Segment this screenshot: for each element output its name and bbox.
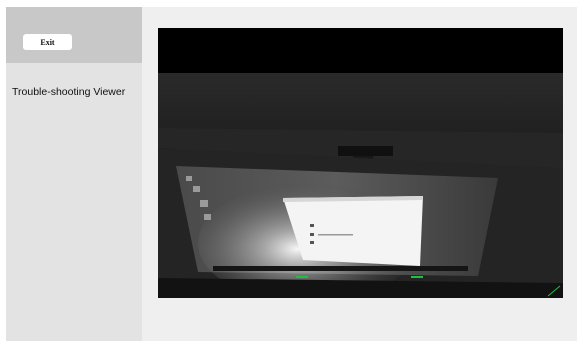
projector: [338, 146, 393, 156]
main-panel: [142, 7, 577, 341]
viewer-title: Trouble-shooting Viewer: [12, 86, 126, 98]
exit-button[interactable]: Exit: [23, 34, 72, 50]
camera-image: [158, 28, 563, 298]
projected-window: [283, 196, 423, 266]
sidebar-header: Exit: [6, 7, 142, 63]
camera-feed: [158, 28, 563, 298]
sidebar: Exit Trouble-shooting Viewer: [6, 7, 142, 341]
